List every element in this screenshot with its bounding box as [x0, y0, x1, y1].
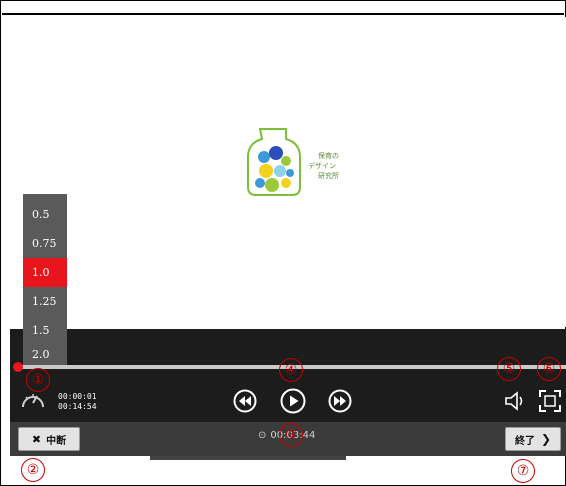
logo-line-2: デザイン — [308, 162, 336, 170]
stop-label: 中断 — [46, 435, 67, 447]
clock-icon: ⊙ — [258, 430, 267, 441]
progress-handle[interactable] — [13, 362, 23, 372]
chevron-right-icon: ❯ — [540, 432, 552, 446]
fast-forward-button[interactable] — [327, 388, 353, 414]
speedometer-icon — [22, 394, 44, 408]
speed-option[interactable]: 0.5 — [23, 200, 67, 229]
volume-button[interactable] — [502, 389, 528, 413]
speed-option[interactable]: 2.0 — [23, 345, 67, 365]
speed-gauge-button[interactable] — [19, 388, 47, 412]
playback-speed-menu: 0.5 0.75 1.0 1.25 1.5 2.0 — [23, 194, 67, 365]
speed-option-selected[interactable]: 1.0 — [23, 258, 67, 287]
annotation-badge-5: ⑤ — [497, 357, 521, 381]
logo: 保育の デザイン 研究所 — [242, 127, 372, 197]
rewind-button[interactable] — [232, 388, 258, 414]
stop-button[interactable]: ✖ 中断 — [18, 427, 80, 451]
time-readout: 00:00:01 00:14:54 — [58, 392, 97, 412]
play-button[interactable] — [279, 387, 307, 415]
fast-forward-icon — [328, 389, 352, 413]
duration: 00:14:54 — [58, 402, 97, 411]
annotation-badge-6: ⑥ — [537, 357, 561, 381]
jar-logo-icon — [247, 128, 301, 196]
logo-line-3: 研究所 — [318, 172, 339, 180]
annotation-badge-7: ⑦ — [511, 459, 535, 483]
close-icon: ✖ — [31, 432, 42, 446]
fullscreen-icon — [539, 390, 561, 412]
rewind-icon — [233, 389, 257, 413]
finish-label: 終了 — [514, 435, 535, 447]
speed-option[interactable]: 1.25 — [23, 287, 67, 316]
finish-button[interactable]: 終了 ❯ — [505, 427, 561, 451]
annotation-badge-2: ② — [21, 458, 45, 482]
logo-line-1: 保育の — [318, 152, 339, 160]
annotation-badge-1: ① — [26, 368, 50, 392]
annotation-badge-4: ④ — [279, 358, 303, 382]
speaker-icon — [505, 391, 523, 411]
divider — [2, 13, 564, 15]
current-time: 00:00:01 — [58, 392, 97, 401]
fullscreen-button[interactable] — [537, 388, 563, 414]
annotation-badge-3: ③ — [279, 423, 303, 447]
speed-option[interactable]: 1.5 — [23, 316, 67, 345]
play-icon — [280, 388, 306, 414]
speed-option[interactable]: 0.75 — [23, 229, 67, 258]
divider — [150, 456, 346, 460]
